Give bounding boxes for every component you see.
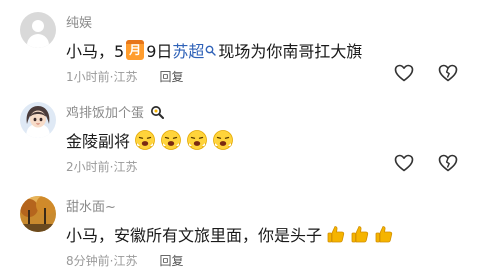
calendar-emoji: 月 bbox=[126, 40, 145, 60]
comment-actions bbox=[394, 64, 458, 82]
comment-text-suffix: 现场为你南哥扛大旗 bbox=[218, 42, 363, 61]
autumn-forest-avatar-icon bbox=[20, 196, 56, 232]
avatar[interactable] bbox=[20, 102, 56, 138]
like-heart-icon[interactable] bbox=[394, 64, 414, 82]
username[interactable]: 鸡排饭加个蛋 bbox=[66, 102, 165, 121]
search-icon bbox=[205, 45, 217, 56]
comment-text: 金陵副将 bbox=[66, 128, 234, 152]
comment-text: 小马，5 月 9日 苏超 现场为你南哥扛大旗 bbox=[66, 38, 362, 62]
avatar[interactable] bbox=[20, 196, 56, 232]
frying-pan-egg-icon bbox=[151, 106, 165, 119]
username-text: 鸡排饭加个蛋 bbox=[66, 106, 145, 121]
avatar[interactable] bbox=[20, 12, 56, 48]
reply-button[interactable]: 回复 bbox=[159, 68, 183, 85]
like-heart-icon[interactable] bbox=[394, 154, 414, 172]
username[interactable]: 纯娱 bbox=[66, 12, 92, 31]
comment-meta: 1小时前 · 江苏 回复 bbox=[66, 68, 184, 85]
laughing-face-sticker-icon bbox=[135, 130, 155, 150]
comment-meta: 2小时前 · 江苏 bbox=[66, 158, 137, 175]
comment-actions bbox=[394, 154, 458, 172]
comment-time: 8分钟前 bbox=[66, 254, 110, 268]
topic-link-text: 苏超 bbox=[172, 42, 205, 61]
comment-text-body: 金陵副将 bbox=[66, 132, 131, 151]
comment-text-body: 小马，安徽所有文旅里面，你是头子 bbox=[66, 226, 323, 245]
avatar-head-shape bbox=[32, 20, 44, 32]
dislike-broken-heart-icon[interactable] bbox=[438, 154, 458, 172]
laughing-face-sticker-icon bbox=[161, 130, 181, 150]
comment-location: 江苏 bbox=[113, 160, 138, 174]
comment-location: 江苏 bbox=[113, 254, 138, 268]
comment-time: 1小时前 bbox=[66, 70, 110, 84]
laughing-face-sticker-icon bbox=[187, 130, 207, 150]
reply-button[interactable]: 回复 bbox=[159, 252, 183, 269]
comment-text-middle: 9日 bbox=[146, 42, 173, 61]
thumbs-up-icon bbox=[375, 226, 393, 243]
comment-text-prefix: 小马，5 bbox=[66, 42, 125, 61]
comment-time: 2小时前 bbox=[66, 160, 110, 174]
dislike-broken-heart-icon[interactable] bbox=[438, 64, 458, 82]
comment-meta: 8分钟前 · 江苏 回复 bbox=[66, 252, 184, 269]
anime-girl-avatar-icon bbox=[20, 102, 56, 138]
avatar-body-shape bbox=[27, 34, 49, 48]
topic-link[interactable]: 苏超 bbox=[172, 38, 218, 62]
comment-location: 江苏 bbox=[113, 70, 138, 84]
comment-text: 小马，安徽所有文旅里面，你是头子 bbox=[66, 222, 394, 246]
username[interactable]: 甜水面~ bbox=[66, 196, 116, 215]
thumbs-up-icon bbox=[351, 226, 369, 243]
thumbs-up-icon bbox=[327, 226, 345, 243]
laughing-face-sticker-icon bbox=[213, 130, 233, 150]
